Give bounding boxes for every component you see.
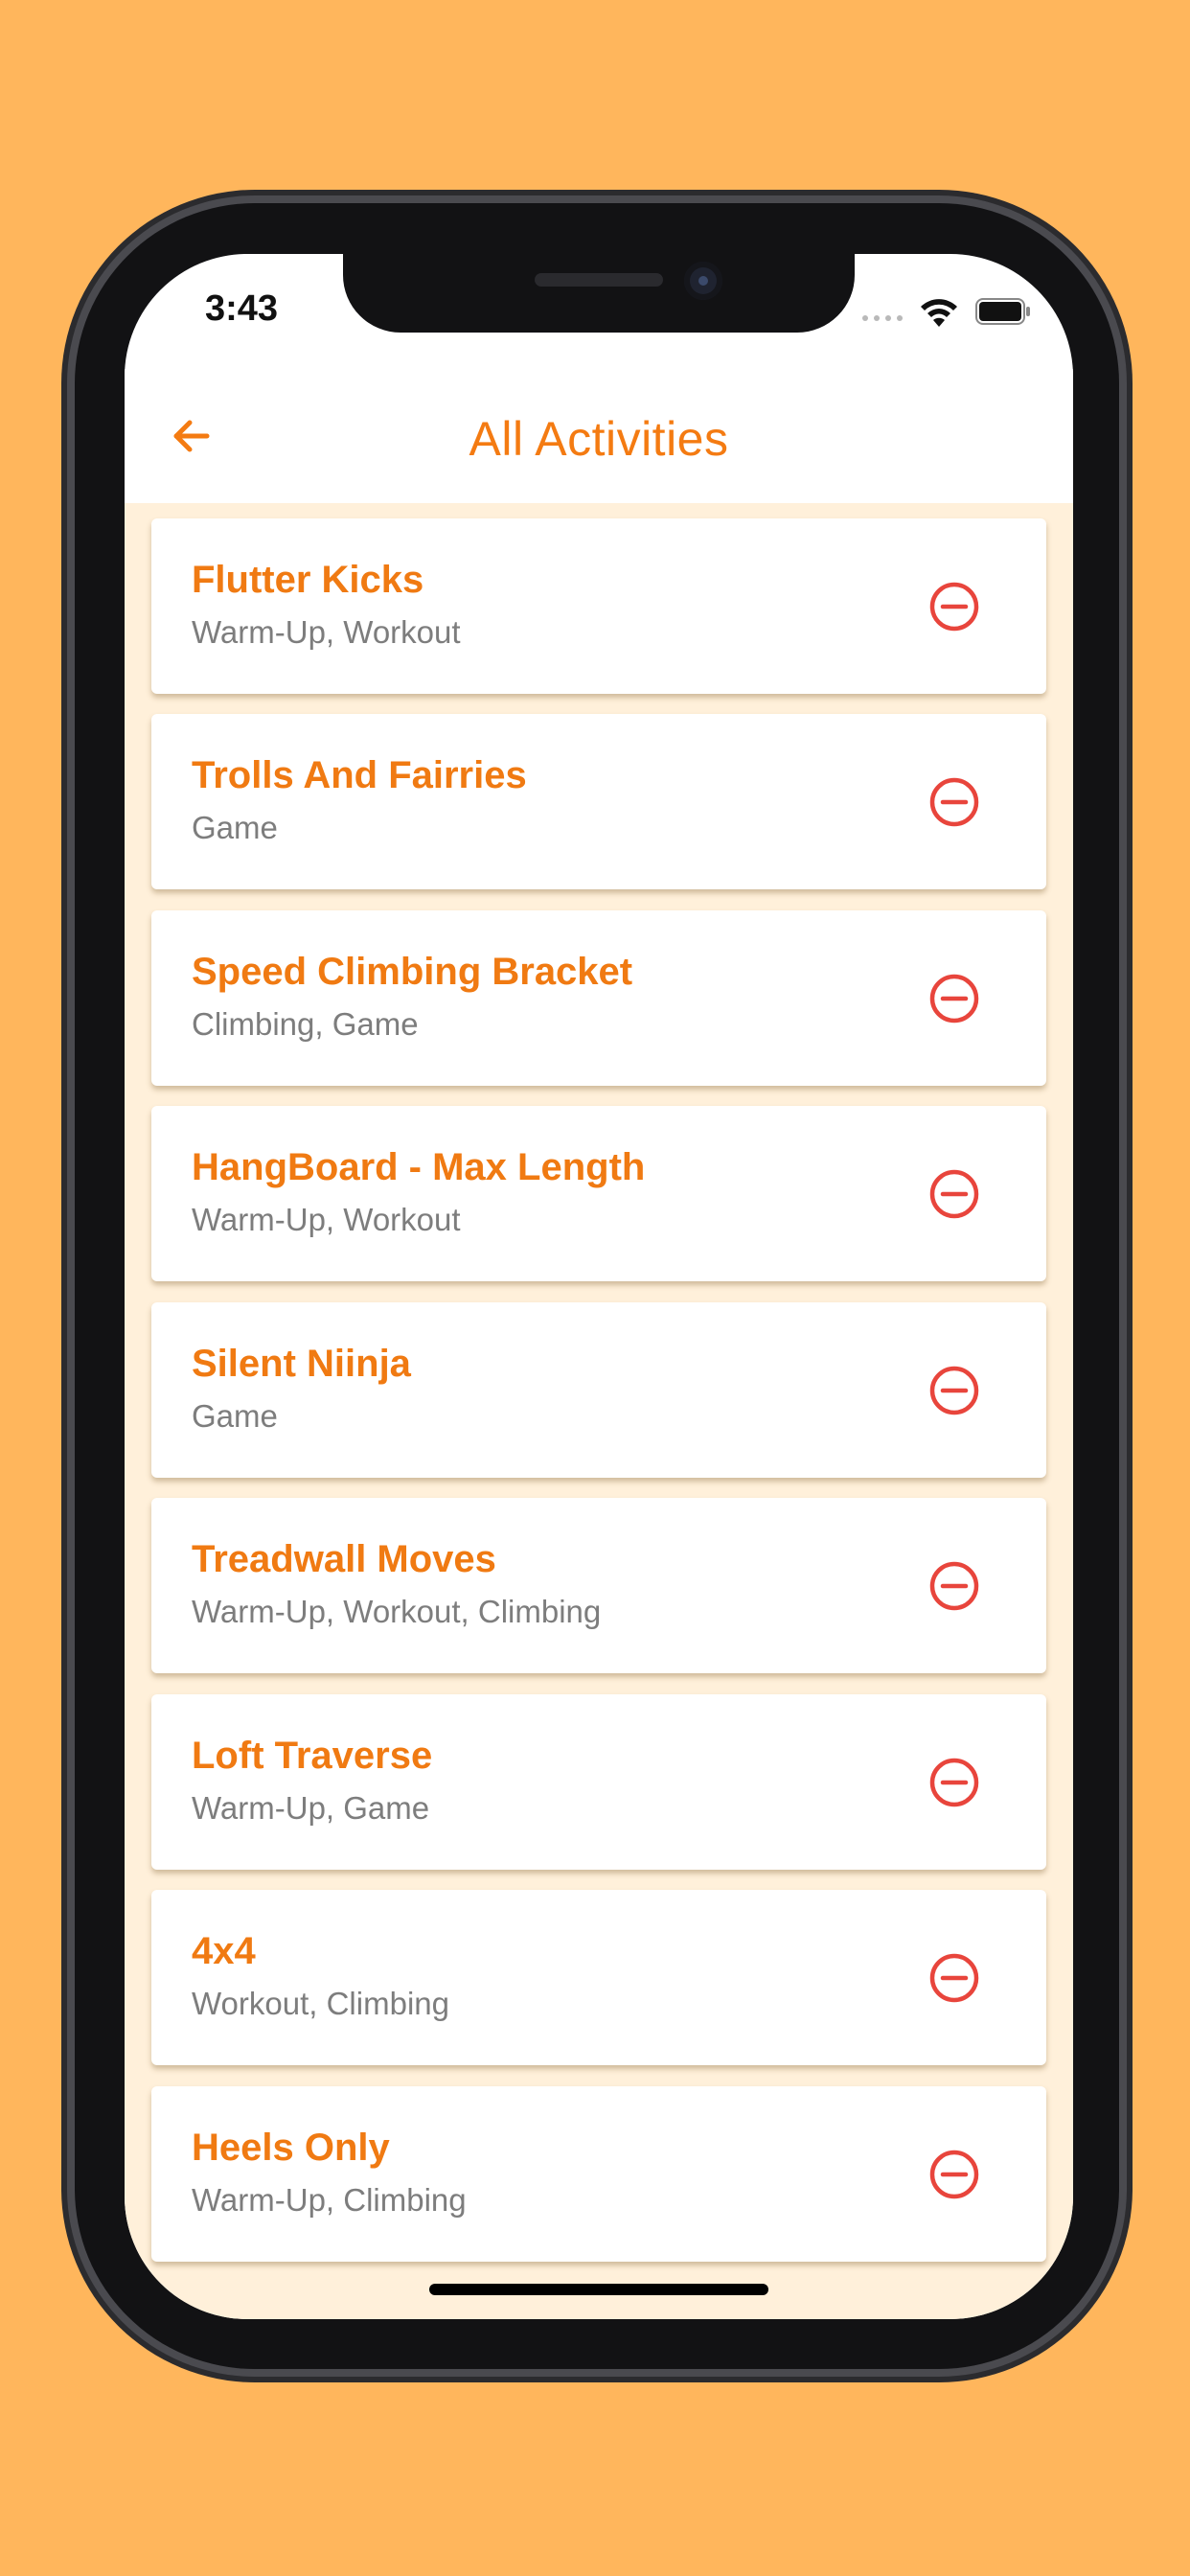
list-item[interactable]: HangBoard - Max Length Warm-Up, Workout: [151, 1106, 1046, 1281]
wifi-icon: [921, 299, 957, 327]
front-camera: [684, 262, 722, 300]
activity-tags: Warm-Up, Workout: [192, 1202, 461, 1237]
battery-icon: [975, 298, 1030, 325]
minus-circle-icon: [929, 1561, 979, 1611]
status-time: 3:43: [205, 288, 279, 329]
navigation-bar: All Activities: [125, 369, 1073, 503]
list-item[interactable]: Silent Niinja Game: [151, 1302, 1046, 1478]
activity-tags: Warm-Up, Workout, Climbing: [192, 1594, 602, 1629]
activity-title: Speed Climbing Bracket: [192, 951, 633, 993]
activity-title: Trolls And Fairries: [192, 754, 527, 796]
list-item[interactable]: Trolls And Fairries Game: [151, 714, 1046, 889]
remove-button[interactable]: [927, 1951, 981, 2005]
remove-button[interactable]: [927, 580, 981, 633]
speaker-grille: [535, 273, 663, 287]
minus-circle-icon: [929, 1758, 979, 1807]
activity-title: Treadwall Moves: [192, 1538, 496, 1580]
page-title: All Activities: [469, 412, 729, 466]
activity-title: Heels Only: [192, 2127, 390, 2169]
activity-title: Silent Niinja: [192, 1343, 411, 1385]
minus-circle-icon: [929, 582, 979, 632]
activity-title: Loft Traverse: [192, 1735, 433, 1777]
remove-button[interactable]: [927, 2148, 981, 2201]
minus-circle-icon: [929, 1953, 979, 2003]
minus-circle-icon: [929, 1366, 979, 1415]
activity-title: 4x4: [192, 1930, 256, 1972]
list-item[interactable]: Flutter Kicks Warm-Up, Workout: [151, 518, 1046, 694]
remove-button[interactable]: [927, 1559, 981, 1613]
activity-tags: Warm-Up, Workout: [192, 614, 461, 650]
remove-button[interactable]: [927, 1364, 981, 1417]
list-item[interactable]: Treadwall Moves Warm-Up, Workout, Climbi…: [151, 1498, 1046, 1673]
minus-circle-icon: [929, 777, 979, 827]
activity-title: Flutter Kicks: [192, 559, 424, 601]
list-item[interactable]: Loft Traverse Warm-Up, Game: [151, 1694, 1046, 1870]
notch: [343, 254, 855, 333]
activity-tags: Warm-Up, Game: [192, 1790, 430, 1826]
remove-button[interactable]: [927, 1167, 981, 1221]
remove-button[interactable]: [927, 775, 981, 829]
activity-tags: Climbing, Game: [192, 1006, 419, 1042]
list-item[interactable]: Heels Only Warm-Up, Climbing: [151, 2086, 1046, 2262]
minus-circle-icon: [929, 974, 979, 1024]
activity-tags: Game: [192, 1398, 278, 1434]
list-item[interactable]: Speed Climbing Bracket Climbing, Game: [151, 910, 1046, 1086]
activity-title: HangBoard - Max Length: [192, 1146, 646, 1188]
remove-button[interactable]: [927, 972, 981, 1025]
activity-tags: Warm-Up, Climbing: [192, 2182, 467, 2218]
cellular-signal-icon: [862, 315, 903, 321]
minus-circle-icon: [929, 1169, 979, 1219]
activity-tags: Workout, Climbing: [192, 1986, 449, 2021]
phone-screen: 3:43 All Activities Flutter Kicks Warm-U…: [125, 254, 1073, 2319]
list-item[interactable]: 4x4 Workout, Climbing: [151, 1890, 1046, 2065]
remove-button[interactable]: [927, 1756, 981, 1809]
activity-tags: Game: [192, 810, 278, 845]
home-indicator[interactable]: [429, 2284, 768, 2295]
minus-circle-icon: [929, 2150, 979, 2199]
activity-list[interactable]: Flutter Kicks Warm-Up, Workout Trolls An…: [125, 503, 1073, 2319]
